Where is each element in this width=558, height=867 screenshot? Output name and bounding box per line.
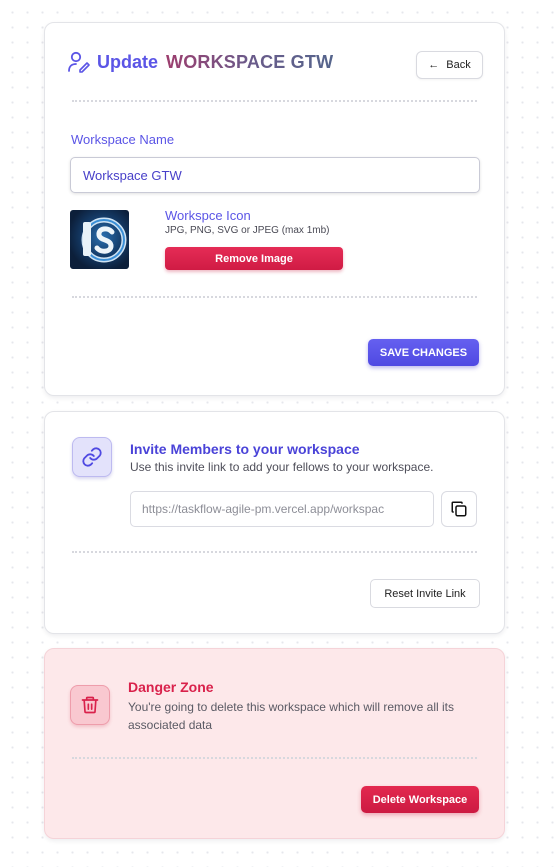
update-workspace-card: Update WORKSPACE GTW ← Back Workspace Na… — [44, 22, 505, 396]
invite-members-card: Invite Members to your workspace Use thi… — [44, 411, 505, 634]
save-changes-button[interactable]: SAVE CHANGES — [368, 339, 479, 366]
workspace-logo — [70, 210, 129, 269]
danger-zone-subtitle: You're going to delete this workspace wh… — [128, 700, 455, 732]
page-title: Update WORKSPACE GTW — [67, 51, 333, 73]
danger-zone-title: Danger Zone — [128, 679, 214, 695]
delete-workspace-button[interactable]: Delete Workspace — [361, 786, 479, 813]
copy-link-button[interactable] — [441, 491, 477, 527]
invite-subtitle: Use this invite link to add your fellows… — [130, 460, 434, 474]
divider — [72, 296, 477, 298]
reset-invite-link-button[interactable]: Reset Invite Link — [370, 579, 480, 608]
title-update-text: Update — [97, 51, 159, 72]
remove-image-button[interactable]: Remove Image — [165, 247, 343, 270]
back-button[interactable]: ← Back — [416, 51, 483, 79]
trash-icon-badge — [70, 685, 110, 725]
workspace-title: WORKSPACE GTW — [166, 51, 334, 72]
back-button-label: Back — [446, 59, 471, 71]
workspace-name-label: Workspace Name — [71, 132, 175, 147]
divider — [72, 551, 477, 553]
link-icon-badge — [72, 437, 112, 477]
link-icon — [82, 447, 102, 467]
trash-icon — [81, 696, 99, 714]
arrow-left-icon: ← — [428, 59, 440, 71]
divider — [72, 100, 477, 102]
invite-link-input[interactable] — [130, 491, 434, 527]
copy-icon — [451, 501, 467, 517]
workspace-name-input[interactable] — [70, 157, 480, 193]
user-edit-icon — [68, 51, 90, 73]
workspace-icon-title: Workspce Icon — [165, 208, 251, 223]
divider — [72, 757, 477, 759]
workspace-icon-hint: JPG, PNG, SVG or JPEG (max 1mb) — [165, 225, 330, 236]
danger-zone-card: Danger Zone You're going to delete this … — [44, 648, 505, 839]
invite-title: Invite Members to your workspace — [130, 441, 360, 457]
